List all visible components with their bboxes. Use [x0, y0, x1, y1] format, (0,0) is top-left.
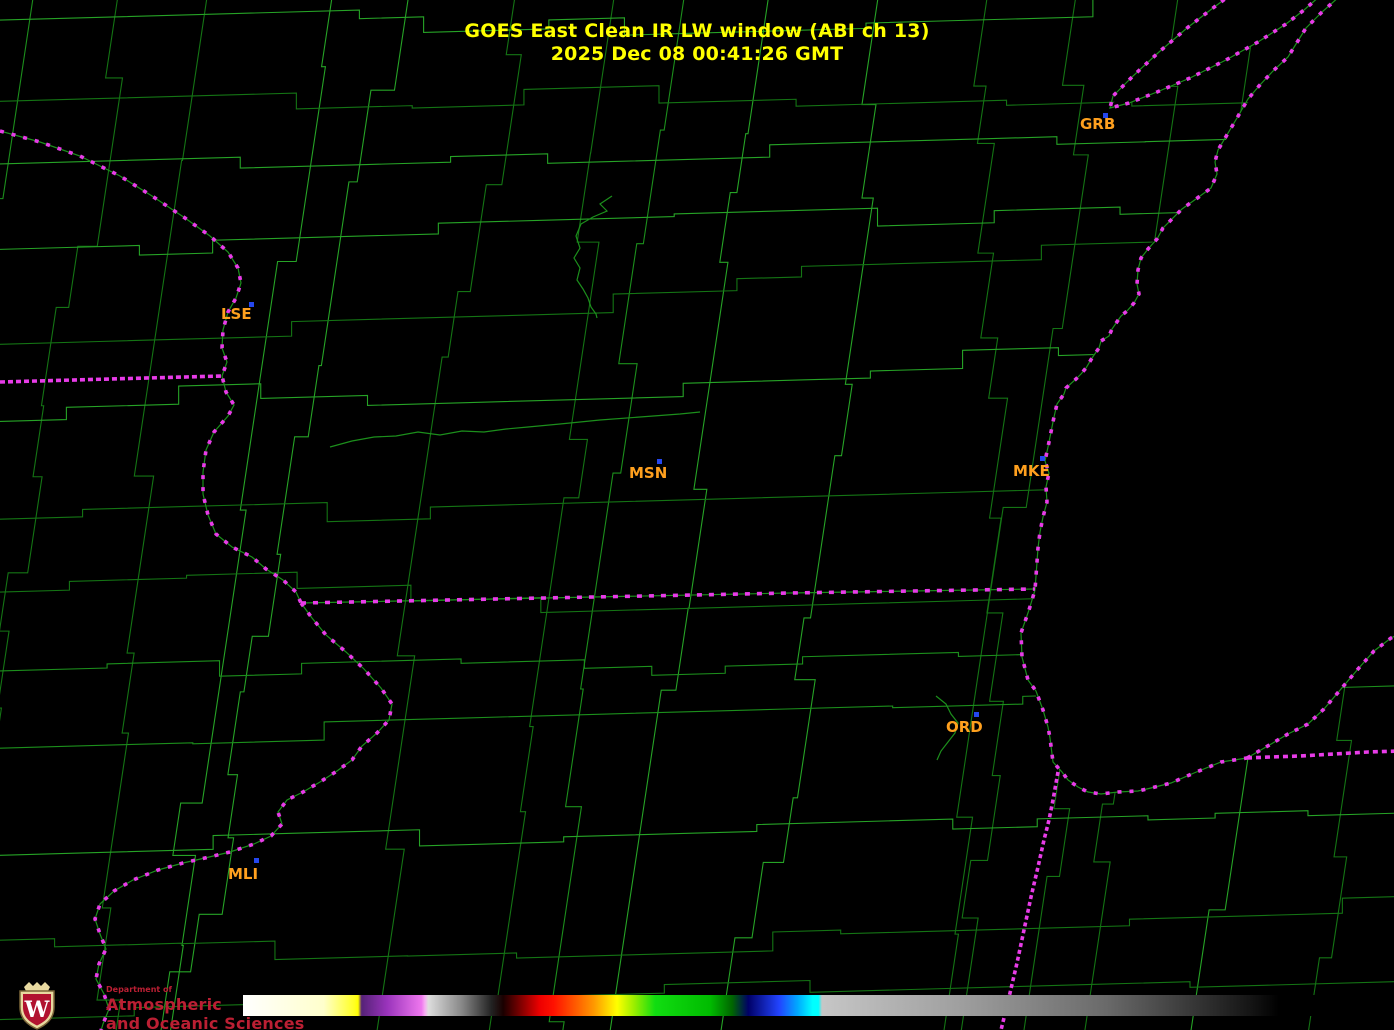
station-label: MSN — [629, 464, 668, 482]
temperature-colorbar — [243, 995, 1394, 1016]
station-dot-icon — [1040, 456, 1045, 461]
logo-dept-line: Department of — [106, 985, 173, 994]
mn-ia-border — [0, 374, 223, 384]
county-line — [960, 0, 1009, 1030]
station-label: ORD — [946, 718, 983, 736]
county-line — [0, 80, 1394, 110]
crest-letter: W — [24, 997, 50, 1023]
lake-water-layer — [1021, 0, 1394, 794]
county-line — [0, 896, 1394, 961]
wisconsin-river — [573, 195, 613, 319]
rock-river — [329, 411, 701, 448]
uw-aos-logo: W Department of Atmospheric and Oceanic … — [6, 981, 304, 1030]
county-line — [0, 136, 1394, 169]
logo-name-line-1: Atmospheric — [106, 995, 222, 1014]
lake-michigan-water — [1021, 0, 1394, 794]
county-line — [160, 0, 409, 1030]
station-label: MLI — [228, 865, 259, 883]
mi-in-border — [1246, 749, 1394, 760]
mississippi-river-south — [93, 601, 394, 1030]
il-in-border — [999, 771, 1060, 1030]
station-label: MKE — [1013, 462, 1050, 480]
county-line — [0, 0, 34, 200]
station-dot-icon — [974, 712, 979, 717]
county-line — [720, 0, 879, 1030]
county-line — [548, 0, 685, 1030]
county-line — [376, 0, 522, 1030]
satellite-image-viewport: GOES East Clean IR LW window (ABI ch 13)… — [0, 0, 1394, 1030]
station-label: LSE — [221, 305, 252, 323]
uw-crest-icon: W — [19, 982, 55, 1030]
logo-name-line-2: and Oceanic Sciences — [106, 1014, 305, 1030]
station-label: GRB — [1080, 115, 1116, 133]
logo-text: Department of Atmospheric and Oceanic Sc… — [106, 981, 304, 1030]
station-dot-icon — [254, 858, 259, 863]
mississippi-river-south-shoreline — [94, 602, 393, 1030]
county-line — [0, 810, 1394, 856]
county-line — [0, 0, 124, 722]
map-canvas — [0, 0, 1394, 1030]
county-line — [609, 0, 769, 1030]
county-line — [96, 0, 208, 1030]
crest-crown — [24, 982, 50, 991]
